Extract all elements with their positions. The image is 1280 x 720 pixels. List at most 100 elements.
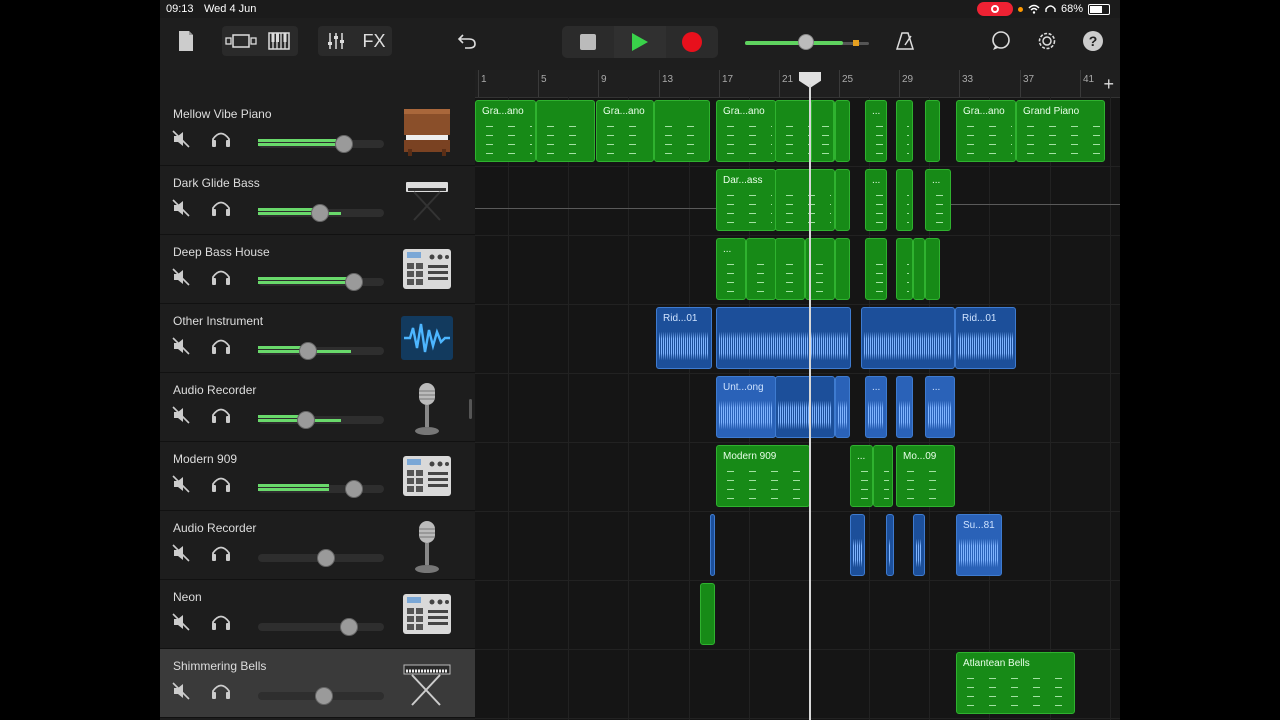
track-volume-knob[interactable]	[310, 204, 329, 222]
settings-gear-icon[interactable]	[1032, 26, 1062, 56]
track-volume-knob[interactable]	[314, 687, 333, 705]
keyboard-view-icon[interactable]	[260, 26, 298, 56]
midi-region[interactable]	[654, 100, 710, 162]
playhead[interactable]	[809, 84, 811, 720]
track-volume-knob[interactable]	[334, 135, 353, 153]
master-volume-slider[interactable]	[745, 34, 869, 50]
audio-region[interactable]: ...	[865, 376, 887, 438]
midi-region[interactable]	[811, 100, 834, 162]
play-button[interactable]	[614, 26, 666, 58]
solo-headphones-icon[interactable]	[210, 197, 232, 219]
audio-region[interactable]	[775, 376, 835, 438]
midi-region[interactable]: Gra...ano	[716, 100, 776, 162]
midi-region[interactable]	[835, 100, 850, 162]
master-volume-knob[interactable]	[798, 34, 814, 50]
my-songs-icon[interactable]	[174, 26, 198, 56]
ruler[interactable]: + 1 5 9 13 17 21 25 29 33 37 41	[475, 70, 1120, 98]
midi-region[interactable]	[896, 238, 913, 300]
mixer-icon[interactable]	[318, 26, 354, 56]
track-header[interactable]: Other Instrument	[160, 304, 475, 373]
midi-region[interactable]: ...	[865, 169, 887, 231]
keyboard-stand-icon[interactable]	[400, 657, 456, 711]
midi-region[interactable]	[536, 100, 595, 162]
solo-headphones-icon[interactable]	[210, 680, 232, 702]
solo-headphones-icon[interactable]	[210, 404, 232, 426]
midi-region[interactable]: Gra...ano	[956, 100, 1016, 162]
midi-region[interactable]	[896, 169, 913, 231]
track-volume-slider[interactable]	[258, 204, 384, 222]
midi-region[interactable]	[835, 169, 850, 231]
midi-region[interactable]	[925, 100, 940, 162]
browser-view-icon[interactable]	[222, 26, 260, 56]
midi-region[interactable]	[835, 238, 850, 300]
mute-icon[interactable]	[170, 197, 192, 219]
audio-region[interactable]	[896, 376, 913, 438]
drum-machine-icon[interactable]	[400, 588, 456, 642]
metronome-icon[interactable]	[890, 26, 920, 56]
synth-keyboard-icon[interactable]	[400, 174, 456, 228]
midi-region[interactable]	[775, 238, 805, 300]
add-section-button[interactable]: +	[1103, 74, 1114, 95]
midi-region[interactable]	[925, 238, 940, 300]
record-button[interactable]	[666, 26, 718, 58]
track-volume-knob[interactable]	[296, 411, 315, 429]
audio-region[interactable]: ...	[925, 376, 955, 438]
track-volume-knob[interactable]	[299, 342, 318, 360]
solo-headphones-icon[interactable]	[210, 266, 232, 288]
audio-region[interactable]	[710, 514, 715, 576]
solo-headphones-icon[interactable]	[210, 128, 232, 150]
track-volume-slider[interactable]	[258, 342, 384, 360]
midi-region[interactable]: Atlantean Bells	[956, 652, 1075, 714]
midi-region[interactable]	[865, 238, 887, 300]
track-volume-slider[interactable]	[258, 549, 384, 567]
track-header[interactable]: Shimmering Bells	[160, 649, 475, 718]
drum-machine-icon[interactable]	[400, 243, 456, 297]
audio-region[interactable]: Unt...ong	[716, 376, 776, 438]
track-volume-knob[interactable]	[317, 549, 336, 567]
track-volume-slider[interactable]	[258, 618, 384, 636]
midi-region[interactable]	[896, 100, 913, 162]
midi-region[interactable]: Gra...ano	[596, 100, 654, 162]
drum-machine-icon[interactable]	[400, 450, 456, 504]
audio-region[interactable]	[913, 514, 925, 576]
audio-region[interactable]	[850, 514, 865, 576]
piano-icon[interactable]	[400, 105, 456, 159]
fx-button[interactable]: FX	[356, 26, 392, 56]
solo-headphones-icon[interactable]	[210, 473, 232, 495]
midi-region[interactable]	[873, 445, 893, 507]
mute-icon[interactable]	[170, 266, 192, 288]
midi-region[interactable]	[913, 238, 925, 300]
track-volume-slider[interactable]	[258, 135, 384, 153]
mute-icon[interactable]	[170, 680, 192, 702]
loop-browser-icon[interactable]	[986, 26, 1016, 56]
microphone-icon[interactable]	[400, 381, 456, 435]
mute-icon[interactable]	[170, 542, 192, 564]
track-volume-slider[interactable]	[258, 411, 384, 429]
mute-icon[interactable]	[170, 128, 192, 150]
track-lane[interactable]	[475, 580, 1120, 650]
track-volume-knob[interactable]	[344, 273, 363, 291]
audio-region[interactable]: Rid...01	[955, 307, 1016, 369]
mute-icon[interactable]	[170, 473, 192, 495]
solo-headphones-icon[interactable]	[210, 611, 232, 633]
midi-region[interactable]: ...	[925, 169, 951, 231]
microphone-icon[interactable]	[400, 519, 456, 573]
midi-region[interactable]: Gra...ano	[475, 100, 536, 162]
solo-headphones-icon[interactable]	[210, 542, 232, 564]
audio-region[interactable]	[835, 376, 850, 438]
solo-headphones-icon[interactable]	[210, 335, 232, 357]
track-header[interactable]: Deep Bass House	[160, 235, 475, 304]
track-header[interactable]: Mellow Vibe Piano	[160, 97, 475, 166]
mute-icon[interactable]	[170, 611, 192, 633]
track-header[interactable]: Audio Recorder	[160, 511, 475, 580]
midi-region[interactable]	[775, 169, 835, 231]
track-header[interactable]: Modern 909	[160, 442, 475, 511]
panel-resize-handle[interactable]	[469, 399, 472, 419]
audio-region[interactable]	[716, 307, 851, 369]
audio-region[interactable]: Su...81	[956, 514, 1002, 576]
screen-recording-icon[interactable]	[976, 2, 1013, 16]
track-header[interactable]: Audio Recorder	[160, 373, 475, 442]
help-button[interactable]: ?	[1078, 26, 1108, 56]
midi-region[interactable]: Mo...09	[896, 445, 955, 507]
track-header[interactable]: Dark Glide Bass	[160, 166, 475, 235]
